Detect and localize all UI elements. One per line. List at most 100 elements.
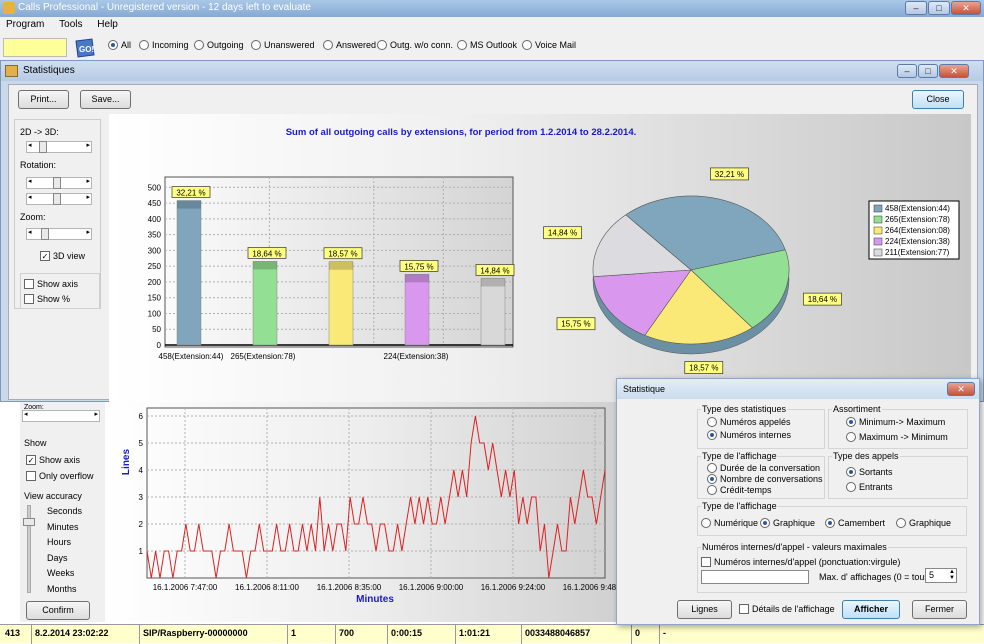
stats-close-icon[interactable]: ✕ — [939, 64, 969, 78]
accuracy-option-4[interactable]: Weeks — [47, 568, 74, 578]
chart-kind-option-0-label: Camembert — [838, 518, 886, 528]
accuracy-knob[interactable] — [23, 518, 35, 526]
stats-maximize-button[interactable]: □ — [918, 64, 938, 78]
accuracy-option-0[interactable]: Seconds — [47, 506, 82, 516]
rotation-slider[interactable]: ◂ ▸ — [26, 177, 92, 189]
filter-radio-5-dot[interactable] — [377, 40, 387, 50]
filter-radio-4-dot[interactable] — [323, 40, 333, 50]
type-affichage-option-1-dot[interactable] — [707, 474, 717, 484]
chart-kind-option-0[interactable]: Camembert — [825, 518, 885, 528]
filter-radio-6[interactable]: MS Outlook — [457, 40, 517, 50]
type-stats-option-1[interactable]: Numéros internes — [707, 430, 791, 440]
search-input[interactable] — [3, 38, 67, 57]
dim-slider[interactable]: ◂ ▸ — [26, 141, 92, 153]
affichage2-option-0-dot[interactable] — [701, 518, 711, 528]
filter-radio-5[interactable]: Outg. w/o conn. — [377, 40, 453, 50]
filter-radio-7-label: Voice Mail — [535, 40, 577, 50]
lignes-button[interactable]: Lignes — [677, 600, 732, 619]
line-xlabel: Minutes — [356, 594, 394, 605]
stats-minimize-button[interactable]: – — [897, 64, 917, 78]
view3d-checkbox[interactable]: ✓ 3D view — [40, 251, 85, 261]
bar-top-4 — [481, 278, 505, 287]
details-checkbox[interactable]: Détails de l'affichage — [739, 604, 835, 614]
max-stepper[interactable]: 5 ▲ ▼ — [925, 568, 957, 583]
show-pct-checkbox[interactable]: Show % — [24, 294, 70, 304]
lower-show-axis-checkbox[interactable]: ✓ Show axis — [26, 455, 80, 465]
assortiment-option-0[interactable]: Minimum-> Maximum — [846, 417, 945, 427]
confirm-button[interactable]: Confirm — [26, 601, 90, 620]
type-affichage-option-2-dot[interactable] — [707, 485, 717, 495]
numeros-checkbox[interactable]: Numéros internes/d'appel (ponctuation:vi… — [701, 557, 900, 567]
only-overflow-checkbox[interactable]: Only overflow — [26, 471, 94, 481]
bar-data-label-2: 18,57 % — [328, 250, 357, 259]
line-xtick-4: 16.1.2006 9:24:00 — [481, 583, 546, 592]
assortiment-option-1[interactable]: Maximum -> Minimum — [846, 432, 948, 442]
type-appels-option-0-dot[interactable] — [846, 467, 856, 477]
accuracy-option-1[interactable]: Minutes — [47, 522, 79, 532]
accuracy-option-5[interactable]: Months — [47, 584, 77, 594]
type-appels-option-0[interactable]: Sortants — [846, 467, 893, 477]
lower-zoom-slider[interactable]: ◂ ▸ — [22, 410, 100, 422]
filter-radio-0[interactable]: All — [108, 40, 131, 50]
filter-radio-0-label: All — [121, 40, 132, 50]
accuracy-option-3[interactable]: Days — [47, 553, 68, 563]
affichage2-option-1[interactable]: Graphique — [760, 518, 815, 528]
filter-radio-4[interactable]: Answered — [323, 40, 376, 50]
close-icon[interactable]: ✕ — [951, 1, 981, 15]
table-row[interactable]: 413 8.2.2014 23:02:22 SIP/Raspberry-000000… — [0, 624, 984, 644]
show-pct-label: Show % — [37, 294, 71, 304]
filter-radio-3-dot[interactable] — [251, 40, 261, 50]
view3d-check-icon[interactable]: ✓ — [40, 251, 50, 261]
filter-radio-2-dot[interactable] — [194, 40, 204, 50]
type-stats-option-0[interactable]: Numéros appelés — [707, 417, 791, 427]
bar-xtick-2: 224(Extension:38) — [384, 352, 449, 361]
type-affichage-option-2[interactable]: Crédit-temps — [707, 485, 772, 495]
type-appels-option-1-dot[interactable] — [846, 482, 856, 492]
type-affichage-option-1[interactable]: Nombre de conversations — [707, 474, 823, 484]
accuracy-option-2[interactable]: Hours — [47, 537, 71, 547]
chart-kind-option-1[interactable]: Graphique — [896, 518, 951, 528]
close-button[interactable]: Close — [912, 90, 964, 109]
affichage2-option-0[interactable]: Numérique — [701, 518, 758, 528]
fermer-button[interactable]: Fermer — [912, 600, 967, 619]
filter-radio-7[interactable]: Voice Mail — [522, 40, 576, 50]
filter-radio-1-dot[interactable] — [139, 40, 149, 50]
filter-radio-7-dot[interactable] — [522, 40, 532, 50]
filter-radio-6-dot[interactable] — [457, 40, 467, 50]
menu-help[interactable]: Help — [97, 19, 118, 30]
show-axis-checkbox[interactable]: Show axis — [24, 279, 78, 289]
type-affichage-option-0[interactable]: Durée de la conversation — [707, 463, 820, 473]
type-stats-option-0-dot[interactable] — [707, 417, 717, 427]
minimize-button[interactable]: – — [905, 1, 927, 15]
type-appels-option-1[interactable]: Entrants — [846, 482, 893, 492]
dialog-close-icon[interactable]: ✕ — [947, 382, 975, 396]
filter-radio-2[interactable]: Outgoing — [194, 40, 244, 50]
filter-radio-3[interactable]: Unanswered — [251, 40, 315, 50]
zoom-slider[interactable]: ◂ ▸ — [26, 228, 92, 240]
menu-program[interactable]: Program — [6, 19, 44, 30]
menu-tools[interactable]: Tools — [59, 19, 82, 30]
filter-radio-0-dot[interactable] — [108, 40, 118, 50]
legend-swatch-0 — [873, 204, 883, 213]
affichage2-option-1-dot[interactable] — [760, 518, 770, 528]
go-icon[interactable]: GO! — [72, 37, 96, 59]
dialog-title-bar: Statistique ✕ — [617, 379, 979, 399]
type-appels-option-1-label: Entrants — [859, 482, 893, 492]
type-stats-label: Type des statistiques — [701, 404, 788, 414]
assortiment-option-1-dot[interactable] — [846, 432, 856, 442]
print-button[interactable]: Print... — [18, 90, 69, 109]
afficher-button[interactable]: Afficher — [842, 600, 900, 619]
maximize-button[interactable]: □ — [928, 1, 950, 15]
type-affichage-option-0-dot[interactable] — [707, 463, 717, 473]
numeros-input[interactable] — [701, 570, 809, 584]
chart-kind-option-1-dot[interactable] — [896, 518, 906, 528]
line-chart-area: 1 2 3 4 5 6 16.1.2006 7:47:00 16.1.2006 8:11:00… — [105, 402, 628, 622]
table-cell-5: 0:00:15 — [388, 625, 456, 644]
assortiment-option-0-dot[interactable] — [846, 417, 856, 427]
save-button[interactable]: Save... — [80, 90, 131, 109]
stepper-arrows-icon[interactable]: ▲ ▼ — [949, 569, 955, 581]
chart-kind-option-0-dot[interactable] — [825, 518, 835, 528]
filter-radio-1[interactable]: Incoming — [139, 40, 189, 50]
type-stats-option-1-dot[interactable] — [707, 430, 717, 440]
rotation-slider-2[interactable]: ◂ ▸ — [26, 193, 92, 205]
